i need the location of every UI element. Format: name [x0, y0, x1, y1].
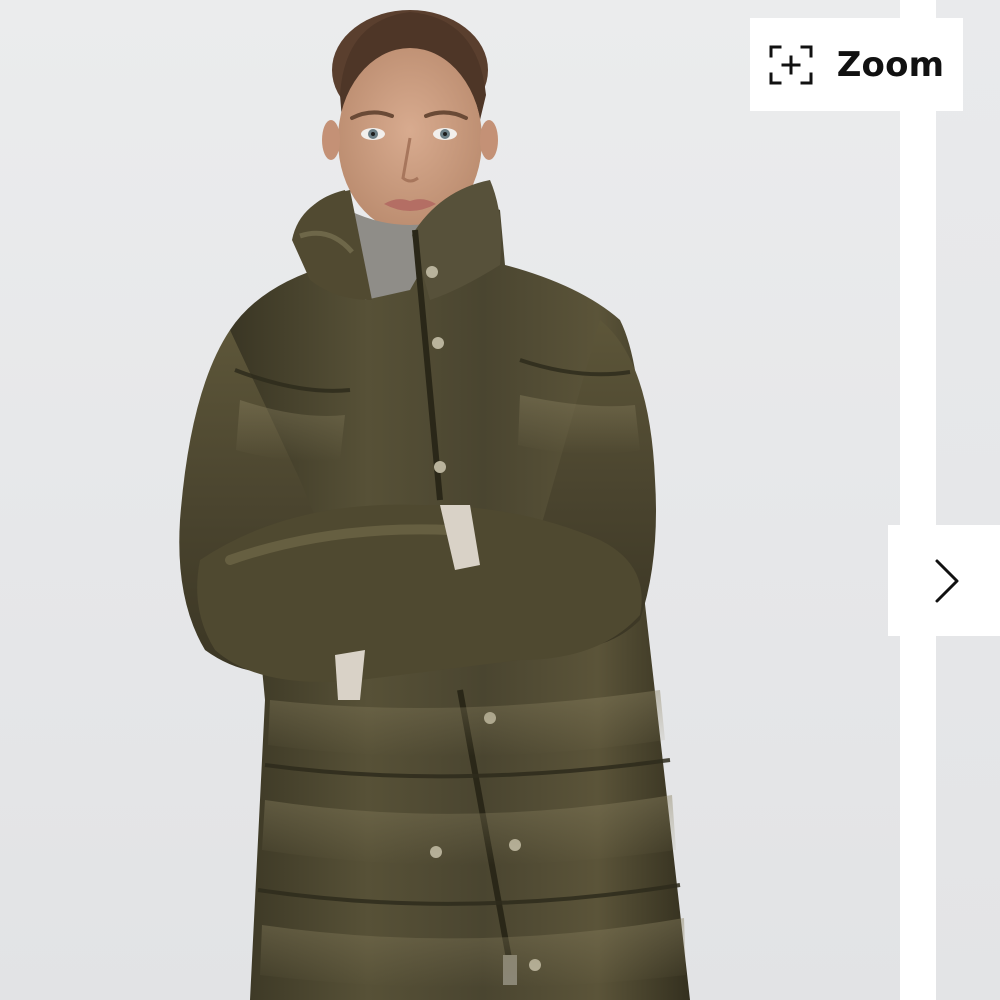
expand-plus-icon — [769, 45, 813, 85]
carousel-gap — [900, 0, 936, 1000]
chevron-right-icon — [926, 558, 962, 604]
product-photo[interactable] — [0, 0, 900, 1000]
next-product-photo-peek[interactable] — [936, 0, 1000, 1000]
model-in-puffer-coat-illustration — [179, 10, 690, 1000]
zoom-label: Zoom — [836, 44, 945, 85]
next-image-button[interactable] — [888, 525, 1000, 636]
product-image-viewer: Zoom — [0, 0, 1000, 1000]
zoom-button[interactable]: Zoom — [750, 18, 963, 111]
